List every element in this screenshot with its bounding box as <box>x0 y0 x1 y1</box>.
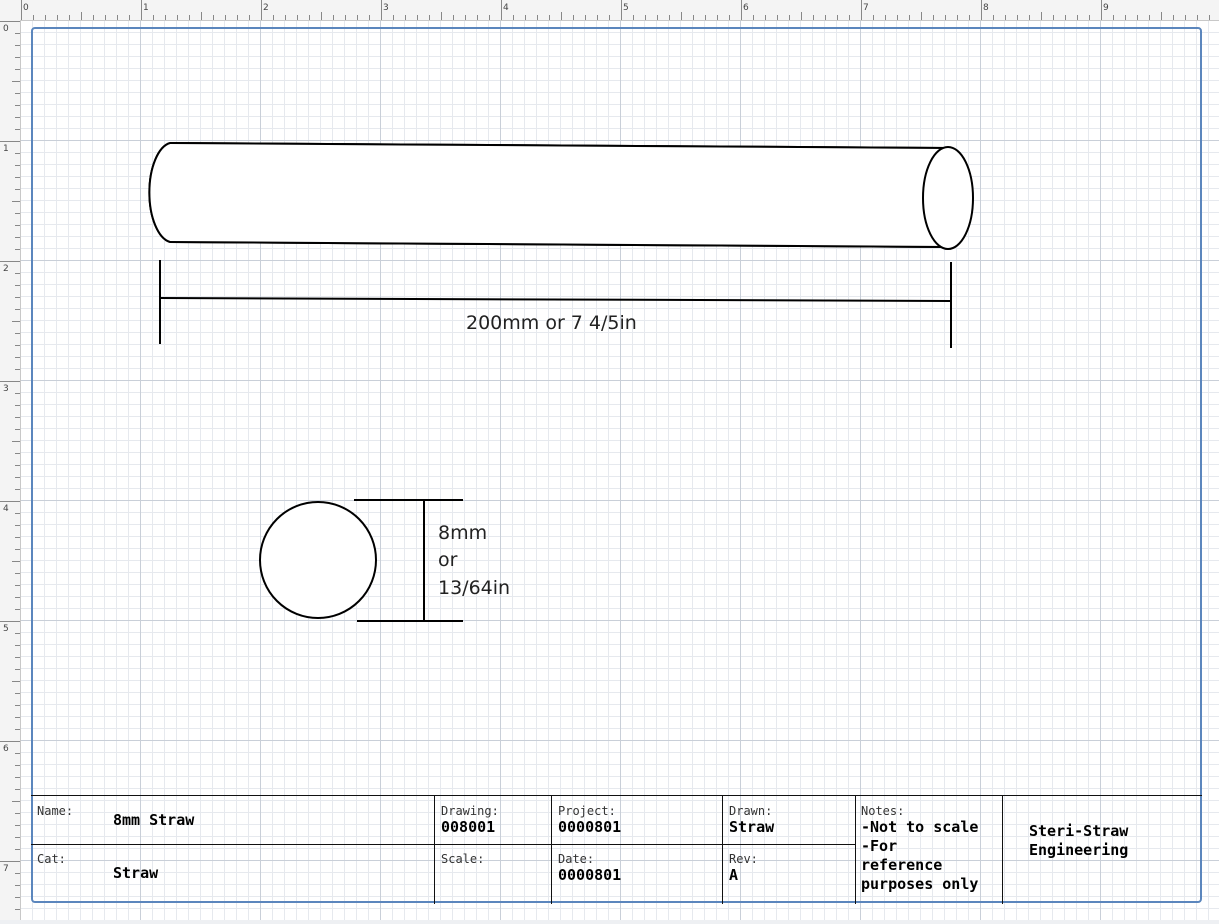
notes-line-1: -Not to scale <box>861 818 979 836</box>
cat-label: Cat: <box>37 852 66 866</box>
length-dimension[interactable] <box>159 260 952 348</box>
drawing-label: Drawing: <box>441 804 499 818</box>
diameter-label-line1: 8mm <box>438 522 488 544</box>
date-value: 0000801 <box>558 866 622 884</box>
company-cell[interactable]: Steri-Straw Engineering <box>1002 795 1200 904</box>
drawing-cell[interactable]: Drawing: 008001 <box>434 795 551 844</box>
diameter-label-line2: or <box>438 549 458 571</box>
notes-label: Notes: <box>861 804 905 818</box>
notes-line-3: reference <box>861 856 943 874</box>
scale-label: Scale: <box>441 852 485 866</box>
date-label: Date: <box>558 852 595 866</box>
rev-label: Rev: <box>729 852 758 866</box>
drawn-value: Straw <box>729 818 775 836</box>
notes-cell[interactable]: Notes: -Not to scale -For reference purp… <box>855 795 1002 904</box>
rev-value: A <box>729 866 739 884</box>
drawn-label: Drawn: <box>729 804 773 818</box>
name-label: Name: <box>37 804 74 818</box>
length-dimension-label: 200mm or 7 4/5in <box>466 312 637 334</box>
scale-cell[interactable]: Scale: <box>434 844 551 904</box>
straw-cross-section[interactable] <box>259 501 377 619</box>
straw-cross-section-circle <box>259 501 377 619</box>
notes-line-2: -For <box>861 837 898 855</box>
cat-value: Straw <box>113 864 159 882</box>
rev-cell[interactable]: Rev: A <box>722 844 855 904</box>
name-value: 8mm Straw <box>113 811 195 829</box>
diameter-label-line3: 13/64in <box>438 577 511 599</box>
company-name-line-1: Steri-Straw <box>1029 822 1129 840</box>
straw-right-end <box>922 146 974 250</box>
title-block[interactable]: Name: 8mm Straw Cat: Straw Drawing: 0080… <box>31 795 1202 904</box>
drawing-value: 008001 <box>441 818 496 836</box>
company-name-line-2: Engineering <box>1029 841 1129 859</box>
length-dimension-line <box>159 297 952 302</box>
technical-drawing <box>148 142 974 622</box>
straw-body-fill <box>149 143 949 247</box>
date-cell[interactable]: Date: 0000801 <box>551 844 722 904</box>
drawn-cell[interactable]: Drawn: Straw <box>722 795 855 844</box>
cat-cell[interactable]: Cat: Straw <box>31 844 434 904</box>
project-value: 0000801 <box>558 818 622 836</box>
notes-line-4: purposes only <box>861 875 979 893</box>
straw-side-view[interactable] <box>148 142 974 250</box>
project-label: Project: <box>558 804 616 818</box>
name-cell[interactable]: Name: 8mm Straw <box>31 795 434 844</box>
project-cell[interactable]: Project: 0000801 <box>551 795 722 844</box>
